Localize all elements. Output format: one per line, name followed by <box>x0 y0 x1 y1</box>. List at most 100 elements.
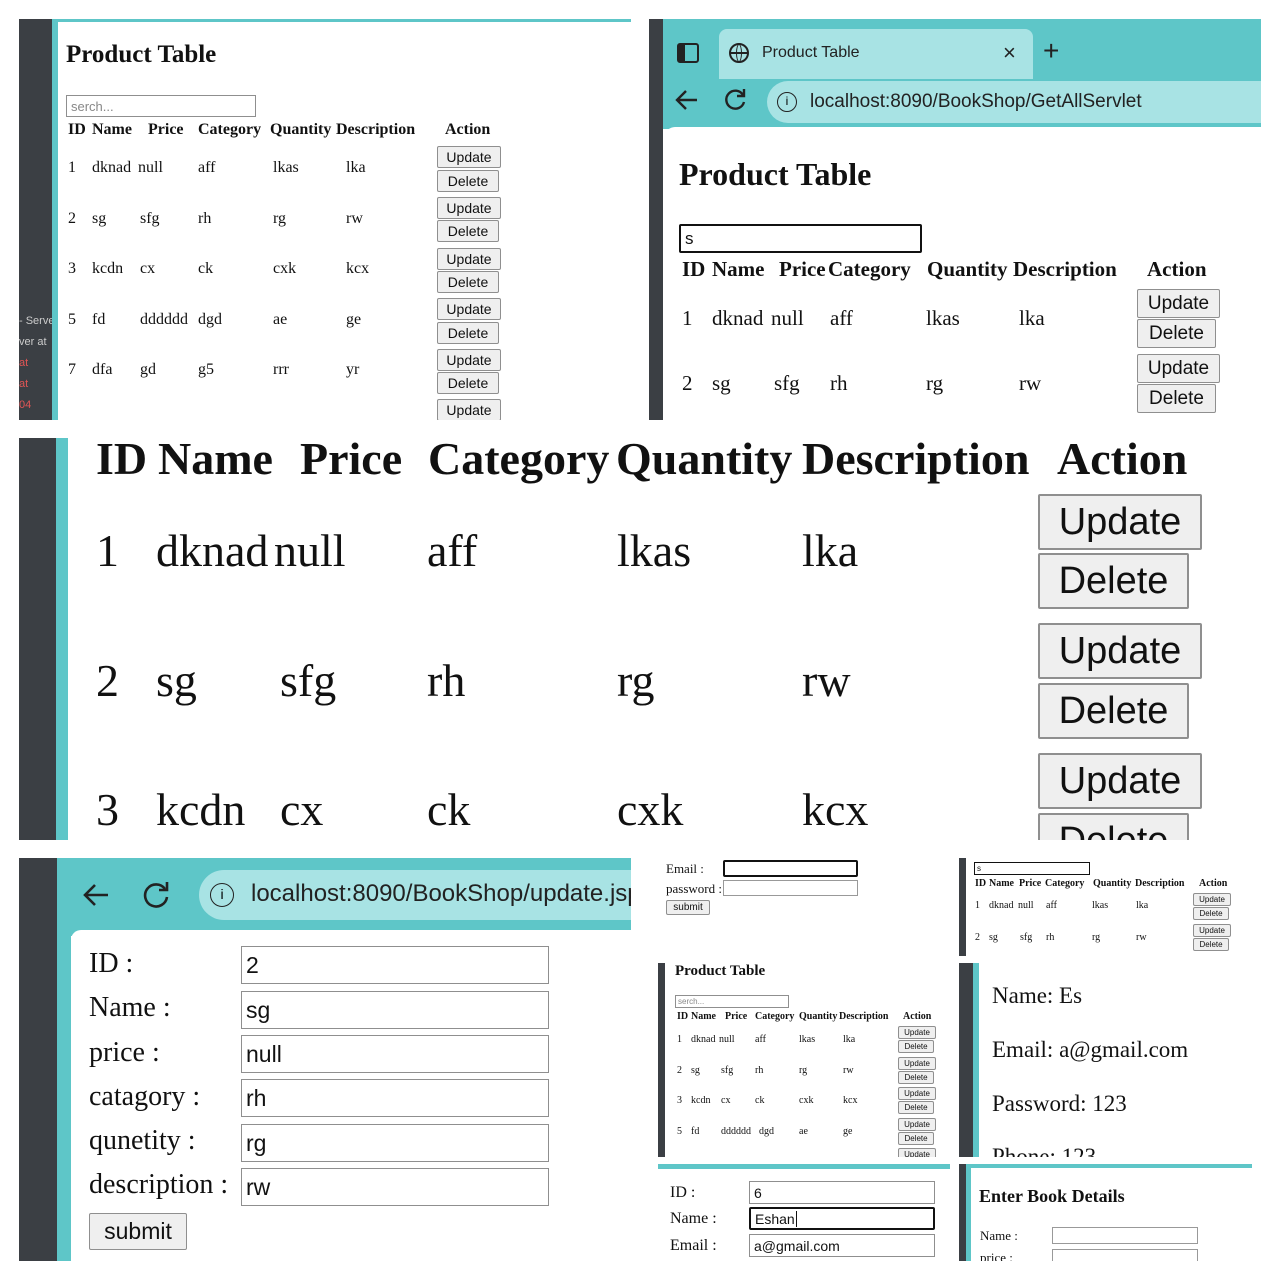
delete-button[interactable]: Delete <box>437 322 499 344</box>
panel-zoomed-table: ID Name Price Category Quantity Descript… <box>19 438 1261 840</box>
id-field[interactable]: 2 <box>241 946 549 984</box>
panel-product-table-mini: s ID Name Price Category Quantity Descri… <box>959 858 1252 956</box>
reload-icon[interactable] <box>722 87 748 118</box>
panel-profile: Name: Es Email: a@gmail.com Password: 12… <box>959 963 1252 1157</box>
sidebar-toggle-icon[interactable] <box>677 43 699 63</box>
email-label: Email : <box>670 1237 717 1254</box>
update-button[interactable]: Update <box>898 1087 936 1100</box>
form-title: Enter Book Details <box>979 1186 1125 1206</box>
update-button[interactable]: Update <box>437 248 501 270</box>
panel-product-table-medium: Product Table serch... ID Name Price Cat… <box>658 963 950 1157</box>
url-text: localhost:8090/BookShop/GetAllServlet <box>810 91 1142 112</box>
delete-button[interactable]: Delete <box>898 1101 934 1114</box>
update-button[interactable]: Update <box>437 298 501 320</box>
console-fragment: - Serve ver at at at 04 <box>19 315 55 411</box>
delete-button[interactable]: Delete <box>1193 938 1229 951</box>
update-button[interactable]: Update <box>1137 289 1220 318</box>
search-input[interactable]: serch... <box>675 995 789 1008</box>
quantity-field[interactable]: rg <box>241 1124 549 1162</box>
name-label: Name : <box>89 992 171 1023</box>
profile-email: Email: a@gmail.com <box>992 1037 1189 1062</box>
name-field[interactable]: Eshan <box>749 1207 935 1230</box>
panel-browser-product-table: Product Table × + i localhost:8090/BookS… <box>649 19 1261 420</box>
delete-button[interactable]: Delete <box>1137 319 1216 348</box>
category-label: catagory : <box>89 1081 201 1112</box>
profile-phone: Phone: 123 <box>992 1144 1097 1157</box>
delete-button[interactable]: Delete <box>437 170 499 192</box>
password-field[interactable] <box>723 880 858 896</box>
back-icon[interactable] <box>81 880 111 915</box>
price-field[interactable] <box>1052 1249 1198 1261</box>
update-button[interactable]: Update <box>898 1148 936 1157</box>
email-label: Email : <box>666 861 704 876</box>
update-button[interactable]: Update <box>898 1026 936 1039</box>
delete-button[interactable]: Delete <box>1137 384 1216 413</box>
price-label: price : <box>89 1037 160 1068</box>
search-input[interactable]: s <box>679 224 922 253</box>
update-button[interactable]: Update <box>1193 924 1231 937</box>
page-border <box>966 1164 971 1261</box>
email-field[interactable]: a@gmail.com <box>749 1234 935 1257</box>
update-button[interactable]: Update <box>898 1118 936 1131</box>
delete-button[interactable]: Delete <box>1038 683 1189 739</box>
new-tab-icon[interactable]: + <box>1043 35 1059 67</box>
page-border <box>57 858 71 1261</box>
price-field[interactable]: null <box>241 1035 549 1073</box>
back-icon[interactable] <box>674 87 700 118</box>
name-field[interactable] <box>1052 1227 1198 1244</box>
search-input[interactable]: serch... <box>66 95 256 117</box>
delete-button[interactable]: Delete <box>898 1071 934 1084</box>
update-button[interactable]: Update <box>1038 753 1202 809</box>
panel-register-form: ID : 6 Name : Eshan Email : a@gmail.com <box>658 1164 950 1261</box>
page-border <box>56 438 68 840</box>
delete-button[interactable]: Delete <box>898 1132 934 1145</box>
update-button[interactable]: Update <box>437 399 501 420</box>
update-button[interactable]: Update <box>898 1057 936 1070</box>
delete-button[interactable]: Delete <box>1038 813 1189 840</box>
description-label: description : <box>89 1169 229 1200</box>
panel-product-table-small: - Serve ver at at at 04 Product Table se… <box>19 19 631 420</box>
delete-button[interactable]: Delete <box>437 372 499 394</box>
editor-sidebar <box>19 858 57 1261</box>
submit-button[interactable]: submit <box>89 1213 187 1250</box>
page-top-border <box>966 1164 1252 1168</box>
editor-sidebar <box>959 963 973 1157</box>
update-button[interactable]: Update <box>1137 354 1220 383</box>
submit-button[interactable]: submit <box>666 900 710 915</box>
update-button[interactable]: Update <box>1193 893 1231 906</box>
url-text: localhost:8090/BookShop/update.jsp? <box>251 880 631 907</box>
delete-button[interactable]: Delete <box>437 220 499 242</box>
update-button[interactable]: Update <box>437 197 501 219</box>
close-tab-icon[interactable]: × <box>1003 40 1016 66</box>
delete-button[interactable]: Delete <box>437 271 499 293</box>
info-icon: i <box>777 92 797 112</box>
update-button[interactable]: Update <box>1038 623 1202 679</box>
update-button[interactable]: Update <box>437 349 501 371</box>
password-label: password : <box>666 881 722 896</box>
update-button[interactable]: Update <box>1038 494 1202 550</box>
page-title: Product Table <box>675 963 766 979</box>
profile-name: Name: Es <box>992 983 1083 1008</box>
info-icon: i <box>210 883 234 907</box>
panel-update-form: i localhost:8090/BookShop/update.jsp? ID… <box>19 858 631 1261</box>
description-field[interactable]: rw <box>241 1168 549 1206</box>
delete-button[interactable]: Delete <box>1038 553 1189 609</box>
delete-button[interactable]: Delete <box>1193 907 1229 920</box>
category-field[interactable]: rh <box>241 1079 549 1117</box>
page-border <box>52 19 58 420</box>
reload-icon[interactable] <box>141 880 171 915</box>
editor-sidebar <box>959 1164 966 1261</box>
id-field[interactable]: 6 <box>749 1181 935 1204</box>
id-label: ID : <box>670 1184 696 1201</box>
search-input[interactable]: s <box>974 862 1090 875</box>
panel-book-form: Enter Book Details Name : price : <box>959 1164 1252 1261</box>
email-field[interactable] <box>723 860 858 877</box>
name-label: Name : <box>980 1228 1018 1243</box>
update-button[interactable]: Update <box>437 146 501 168</box>
name-label: Name : <box>670 1210 717 1227</box>
editor-sidebar <box>959 858 966 956</box>
page-title: Product Table <box>679 156 872 192</box>
delete-button[interactable]: Delete <box>898 1040 934 1053</box>
name-field[interactable]: sg <box>241 991 549 1029</box>
editor-sidebar <box>658 963 665 1157</box>
